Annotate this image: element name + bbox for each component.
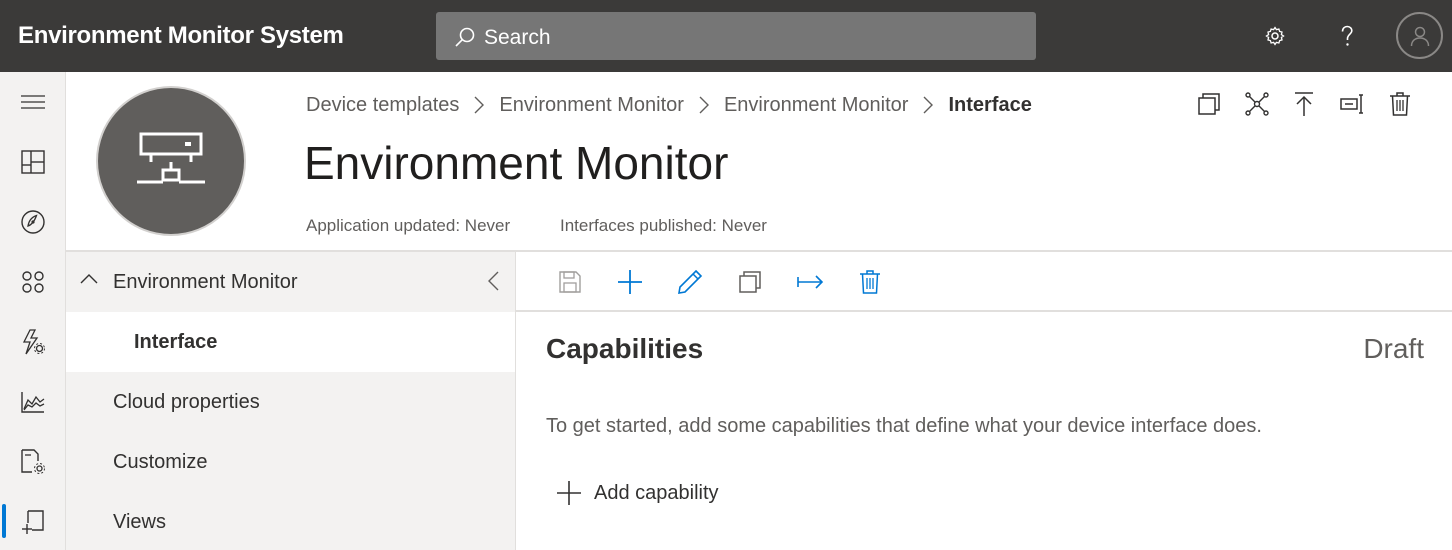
nav-rail xyxy=(0,72,66,550)
tree-root-label: Environment Monitor xyxy=(113,270,298,293)
analytics-icon[interactable] xyxy=(0,372,66,432)
hamburger-menu-icon[interactable] xyxy=(0,72,66,132)
tree-item-label: Interface xyxy=(134,330,218,353)
save-icon[interactable] xyxy=(555,267,585,297)
add-capability-button[interactable]: Add capability xyxy=(556,478,719,508)
add-capability-label: Add capability xyxy=(594,481,719,504)
help-icon[interactable] xyxy=(1332,21,1362,51)
tree-item-interface[interactable]: Interface xyxy=(66,312,515,372)
app-title[interactable]: Environment Monitor System xyxy=(18,22,344,50)
move-icon[interactable] xyxy=(795,267,825,297)
tree-item-label: Customize xyxy=(113,450,208,473)
chevron-right-icon xyxy=(474,96,485,114)
command-bar xyxy=(516,252,1452,312)
tree-item-views[interactable]: Views xyxy=(66,492,515,550)
template-tree: Environment Monitor Interface Cloud prop… xyxy=(66,252,516,550)
publish-icon[interactable] xyxy=(1290,90,1318,118)
search-box[interactable]: Search xyxy=(436,12,1036,60)
capabilities-hint: To get started, add some capabilities th… xyxy=(546,415,1262,437)
tree-root-environment-monitor[interactable]: Environment Monitor xyxy=(66,252,515,312)
connect-icon[interactable] xyxy=(1243,90,1271,118)
top-bar: Environment Monitor System Search xyxy=(0,0,1452,72)
breadcrumb-device-templates[interactable]: Device templates xyxy=(306,94,459,117)
jobs-icon[interactable] xyxy=(0,432,66,492)
tree-item-label: Views xyxy=(113,510,166,533)
device-template-image xyxy=(96,86,246,236)
collapse-pane-chevron-icon[interactable] xyxy=(488,271,499,291)
export-icon[interactable] xyxy=(1338,90,1366,118)
capabilities-heading: Capabilities xyxy=(546,333,704,364)
search-placeholder: Search xyxy=(484,26,551,49)
tree-item-customize[interactable]: Customize xyxy=(66,432,515,492)
breadcrumb-current: Interface xyxy=(948,93,1032,116)
status-badge: Draft xyxy=(1363,333,1424,364)
user-avatar-icon[interactable] xyxy=(1396,12,1443,59)
chevron-right-icon xyxy=(923,96,934,114)
tree-item-label: Cloud properties xyxy=(113,390,260,413)
network-device-icon xyxy=(137,132,205,184)
page-title: Environment Monitor xyxy=(304,137,729,189)
delete-icon[interactable] xyxy=(855,267,885,297)
breadcrumb: Device templates Environment Monitor Env… xyxy=(306,92,1032,118)
add-icon[interactable] xyxy=(615,267,645,297)
breadcrumb-environment-monitor-model[interactable]: Environment Monitor xyxy=(724,94,909,117)
dashboard-icon[interactable] xyxy=(0,132,66,192)
delete-icon[interactable] xyxy=(1386,90,1414,118)
copy-icon[interactable] xyxy=(1195,90,1223,118)
copy-icon[interactable] xyxy=(735,267,765,297)
rules-icon[interactable] xyxy=(0,312,66,372)
gear-icon[interactable] xyxy=(1260,21,1290,51)
interfaces-published-status: Interfaces published: Never xyxy=(560,216,767,235)
plus-icon xyxy=(556,480,582,506)
tree-item-cloud-properties[interactable]: Cloud properties xyxy=(66,372,515,432)
chevron-right-icon xyxy=(699,96,709,114)
application-updated-status: Application updated: Never xyxy=(306,216,511,235)
chevron-up-icon[interactable] xyxy=(80,274,98,284)
edit-icon[interactable] xyxy=(675,267,705,297)
breadcrumb-environment-monitor-template[interactable]: Environment Monitor xyxy=(499,94,684,117)
search-icon xyxy=(454,26,476,48)
device-groups-icon[interactable] xyxy=(0,252,66,312)
devices-icon[interactable] xyxy=(0,192,66,252)
device-templates-icon[interactable] xyxy=(0,492,66,550)
